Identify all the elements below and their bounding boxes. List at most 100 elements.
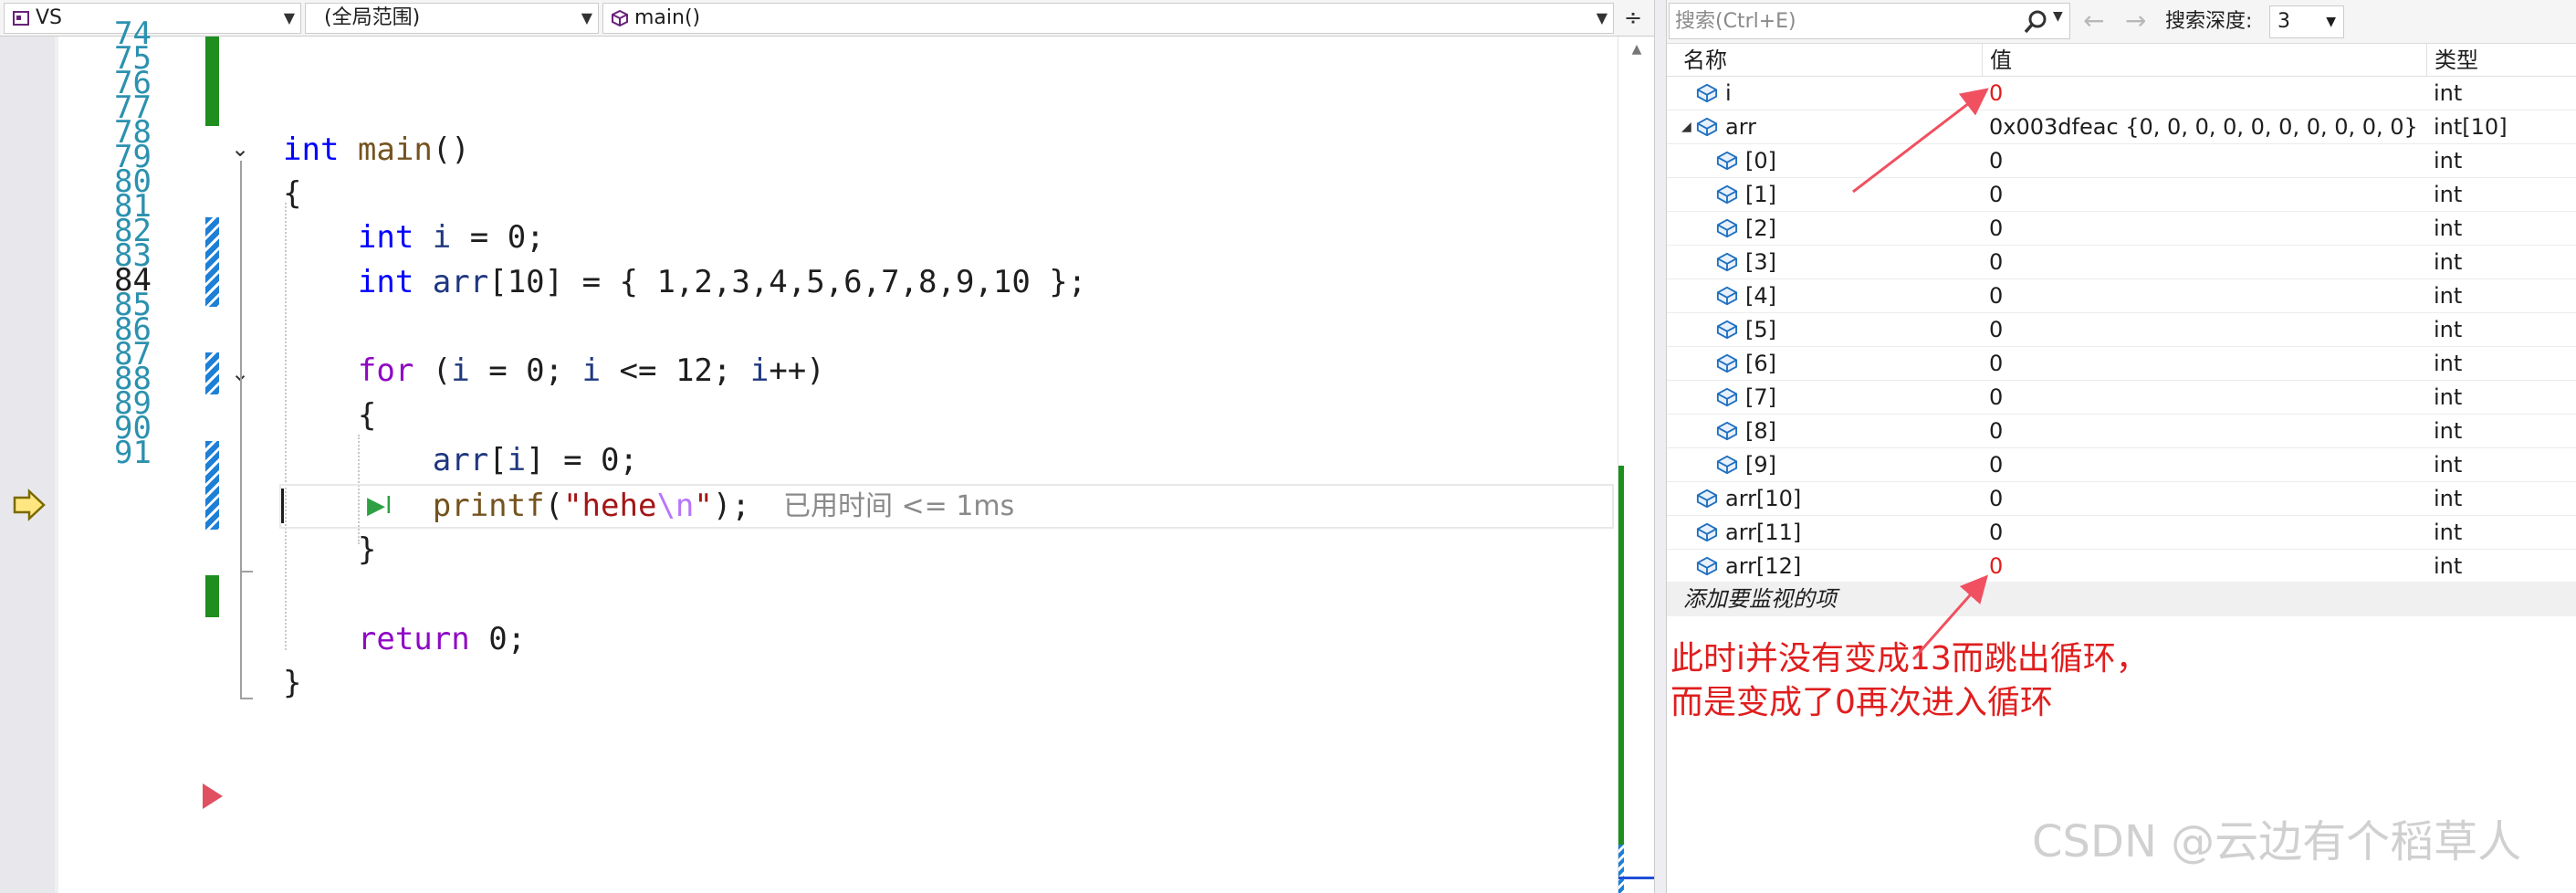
watch-window: ▼ ← → 搜索深度: 3 ▼ 名称 值 类型 i 0 int ◢ arr 0x003df…: [1667, 0, 2576, 893]
watch-value[interactable]: 0: [1989, 246, 2003, 278]
watch-row[interactable]: arr[10] 0 int: [1667, 482, 2576, 516]
scroll-up-icon[interactable]: ▲: [1618, 42, 1655, 57]
watch-type: int: [2434, 148, 2463, 173]
annotation-text: 此时i并没有变成13而跳出循环， 而是变成了0再次进入循环: [1670, 637, 2236, 725]
column-header-type[interactable]: 类型: [2426, 44, 2576, 77]
project-name: VS: [36, 6, 63, 29]
saved-change-marker: [205, 37, 219, 126]
watch-row[interactable]: [0] 0 int: [1667, 144, 2576, 178]
watch-value[interactable]: 0: [1989, 448, 2003, 481]
watch-value[interactable]: 0: [1989, 178, 2003, 211]
variable-icon: [1716, 218, 1738, 238]
watch-name: i: [1725, 80, 1732, 106]
watch-type: int: [2434, 351, 2463, 376]
watch-row[interactable]: [6] 0 int: [1667, 347, 2576, 381]
watch-row[interactable]: [9] 0 int: [1667, 448, 2576, 482]
watch-value[interactable]: 0: [1989, 381, 2003, 414]
watch-name: [1]: [1745, 182, 1776, 207]
code-line-83[interactable]: arr[i] = 0;: [283, 438, 638, 483]
code-line-88[interactable]: }: [283, 661, 301, 706]
code-line-87[interactable]: return 0;: [283, 617, 526, 662]
variable-icon: [1696, 522, 1718, 542]
watch-row[interactable]: [7] 0 int: [1667, 381, 2576, 415]
column-header-value[interactable]: 值: [1982, 44, 2426, 77]
watch-row[interactable]: [1] 0 int: [1667, 178, 2576, 212]
watch-name: arr[10]: [1725, 486, 1802, 511]
glyph-margin[interactable]: [0, 37, 55, 893]
watch-value[interactable]: 0: [1989, 415, 2003, 447]
variable-icon: [1716, 252, 1738, 272]
code-line-85[interactable]: }: [283, 528, 376, 573]
watch-value[interactable]: 0: [1989, 279, 2003, 312]
code-line-79[interactable]: int arr[10] = { 1,2,3,4,5,6,7,8,9,10 };: [283, 260, 1086, 305]
variable-icon: [1716, 455, 1738, 475]
code-line-82[interactable]: {: [283, 394, 376, 438]
watch-type: int: [2434, 553, 2463, 579]
watch-row[interactable]: [8] 0 int: [1667, 415, 2576, 448]
watch-header: 名称 值 类型: [1667, 44, 2576, 77]
variable-icon: [1716, 421, 1738, 441]
watch-value[interactable]: 0: [1989, 313, 2003, 346]
watch-row[interactable]: [5] 0 int: [1667, 313, 2576, 347]
forward-arrow-icon[interactable]: →: [2125, 5, 2146, 37]
watch-value[interactable]: 0: [1989, 77, 2003, 110]
variable-icon: [1716, 353, 1738, 373]
code-line-84[interactable]: printf("hehe\n");: [283, 484, 750, 529]
watch-row[interactable]: arr[12] 0 int: [1667, 550, 2576, 583]
function-dropdown[interactable]: main() ▼: [602, 3, 1614, 34]
run-to-click-icon[interactable]: ▶I: [367, 489, 393, 522]
code-editor[interactable]: VS ▼ (全局范围) ▼ main() ▼ ÷ 74 75 76 77 78 …: [0, 0, 1655, 893]
watch-toolbar: ▼ ← → 搜索深度: 3 ▼: [1667, 0, 2576, 44]
watch-row[interactable]: [3] 0 int: [1667, 246, 2576, 279]
saved-change-marker: [205, 575, 219, 617]
column-header-name[interactable]: 名称: [1667, 44, 1982, 77]
vertical-scrollbar[interactable]: ▲: [1618, 37, 1655, 893]
scroll-unsaved-marker: [1618, 845, 1624, 893]
search-depth-select[interactable]: 3 ▼: [2269, 5, 2344, 38]
variable-icon: [1716, 184, 1738, 205]
outline-end-marker: [240, 698, 253, 699]
code-line-78[interactable]: int i = 0;: [283, 215, 545, 260]
back-arrow-icon[interactable]: ←: [2083, 5, 2104, 37]
chevron-down-icon: ▼: [283, 9, 295, 26]
code-line-77[interactable]: {: [283, 172, 301, 216]
search-input[interactable]: [1675, 7, 2022, 35]
unsaved-change-marker: [205, 441, 219, 530]
watch-row[interactable]: arr[11] 0 int: [1667, 516, 2576, 550]
chevron-down-icon: ▼: [2326, 15, 2336, 29]
watch-value[interactable]: 0: [1989, 550, 2003, 583]
watch-type: int: [2434, 384, 2463, 410]
search-icon[interactable]: [2022, 8, 2049, 36]
pane-splitter[interactable]: [1654, 0, 1667, 893]
watch-type: int: [2434, 80, 2463, 106]
watch-row[interactable]: i 0 int: [1667, 77, 2576, 110]
chevron-down-icon[interactable]: ▼: [2053, 9, 2063, 24]
breakpoint-marker-icon: [203, 783, 223, 809]
watch-value[interactable]: 0: [1989, 482, 2003, 515]
watch-value[interactable]: 0: [1989, 347, 2003, 380]
perf-tip[interactable]: 已用时间 <= 1ms: [783, 484, 1014, 529]
code-line-81[interactable]: for (i = 0; i <= 12; i++): [283, 349, 825, 394]
add-watch-item[interactable]: 添加要监视的项: [1667, 582, 2576, 616]
scope-dropdown[interactable]: (全局范围) ▼: [305, 3, 599, 34]
watch-value[interactable]: 0x003dfeac {0, 0, 0, 0, 0, 0, 0, 0, 0, 0…: [1989, 110, 2418, 143]
watch-type: int: [2434, 486, 2463, 511]
search-box[interactable]: ▼: [1669, 3, 2070, 39]
watch-name: [0]: [1745, 148, 1776, 173]
code-line-76[interactable]: int main(): [283, 128, 470, 173]
watch-value[interactable]: 0: [1989, 212, 2003, 245]
split-window-button[interactable]: ÷: [1618, 3, 1649, 34]
watch-type: int[10]: [2434, 114, 2508, 140]
watch-row[interactable]: [2] 0 int: [1667, 212, 2576, 246]
watch-value[interactable]: 0: [1989, 516, 2003, 549]
watch-row[interactable]: ◢ arr 0x003dfeac {0, 0, 0, 0, 0, 0, 0, 0, …: [1667, 110, 2576, 144]
watch-row[interactable]: [4] 0 int: [1667, 279, 2576, 313]
chevron-down-icon: ▼: [581, 9, 592, 26]
collapse-main-toggle[interactable]: ⌄: [226, 135, 254, 163]
navigation-bar: VS ▼ (全局范围) ▼ main() ▼ ÷: [0, 0, 1654, 37]
variable-icon: [1696, 83, 1718, 103]
watch-type: int: [2434, 452, 2463, 478]
expand-toggle-icon[interactable]: ◢: [1681, 110, 1691, 143]
watch-value[interactable]: 0: [1989, 144, 2003, 177]
project-dropdown[interactable]: VS ▼: [4, 3, 301, 34]
